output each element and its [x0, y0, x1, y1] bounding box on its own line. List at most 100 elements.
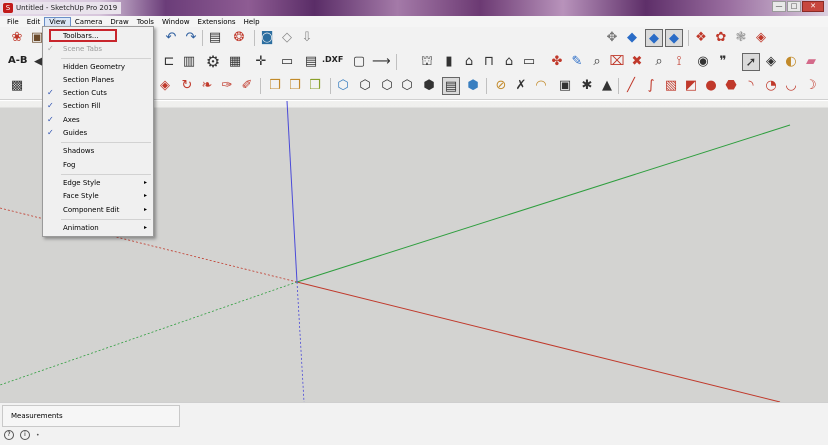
- rotated-rect-icon[interactable]: ◩: [682, 77, 700, 95]
- menu-shadows[interactable]: Shadows: [43, 145, 153, 157]
- arc-icon[interactable]: ◝: [742, 77, 760, 95]
- textured-icon[interactable]: ⬢: [420, 77, 438, 95]
- menu-edit[interactable]: Edit: [23, 17, 45, 27]
- rectangle-icon[interactable]: ▭: [278, 53, 296, 71]
- menu-guides[interactable]: ✓ Guides: [43, 127, 153, 139]
- dimension-icon[interactable]: ✗: [512, 77, 530, 95]
- close-x-icon[interactable]: ✖: [628, 53, 646, 71]
- menu-edge-style[interactable]: Edge Style ▸: [43, 177, 153, 189]
- follow-icon[interactable]: ↻: [178, 77, 196, 95]
- eye-icon[interactable]: ◉: [694, 53, 712, 71]
- menu-section-fill[interactable]: ✓ Section Fill: [43, 100, 153, 112]
- menu-tools[interactable]: Tools: [133, 17, 158, 27]
- zoom-extents-icon[interactable]: ⌧: [608, 53, 626, 71]
- settings-gear-icon[interactable]: ⚙: [204, 53, 222, 71]
- menu-axes[interactable]: ✓ Axes: [43, 114, 153, 126]
- menu-fog[interactable]: Fog: [43, 159, 153, 171]
- line-icon[interactable]: ╱: [622, 77, 640, 95]
- component-icon[interactable]: ❃: [732, 29, 750, 47]
- freehand-icon[interactable]: ∫: [642, 77, 660, 95]
- axes-icon[interactable]: ✱: [578, 77, 596, 95]
- front-view-icon[interactable]: ◆: [665, 29, 683, 47]
- move-icon[interactable]: ✛: [252, 53, 270, 71]
- style-icon[interactable]: ⬢: [464, 77, 482, 95]
- warehouse-icon[interactable]: ❖: [692, 29, 710, 47]
- menu-toolbars[interactable]: Toolbars...: [43, 30, 153, 42]
- frame-icon[interactable]: ▭: [520, 53, 538, 71]
- menu-camera[interactable]: Camera: [71, 17, 106, 27]
- iso-view-icon[interactable]: ◆: [623, 29, 641, 47]
- menu-window[interactable]: Window: [158, 17, 194, 27]
- 2-point-arc-icon[interactable]: ☽: [802, 77, 820, 95]
- rectangle-tool-icon[interactable]: ▧: [662, 77, 680, 95]
- cube-front-icon[interactable]: ❒: [306, 77, 324, 95]
- select-icon[interactable]: ➚: [742, 53, 760, 71]
- 3-point-arc-icon[interactable]: ◡: [782, 77, 800, 95]
- upload-icon[interactable]: ◙: [258, 29, 276, 47]
- dxf-label[interactable]: .DXF: [322, 55, 343, 64]
- model-info-icon[interactable]: ❂: [230, 29, 248, 47]
- menu-file[interactable]: File: [3, 17, 23, 27]
- info-icon[interactable]: i: [20, 430, 30, 440]
- zoom-icon[interactable]: ⌕: [588, 53, 606, 71]
- eraser-icon[interactable]: ▰: [802, 53, 820, 71]
- extension-icon[interactable]: ✿: [712, 29, 730, 47]
- building-icon[interactable]: ⛫: [418, 53, 436, 71]
- menu-extensions[interactable]: Extensions: [194, 17, 240, 27]
- rotate-icon[interactable]: ✤: [548, 53, 566, 71]
- ab-label[interactable]: A-B: [8, 55, 28, 66]
- columns-icon[interactable]: ▥: [180, 53, 198, 71]
- polygon-icon[interactable]: ⬣: [722, 77, 740, 95]
- close-button[interactable]: ✕: [802, 1, 824, 12]
- make-component-icon[interactable]: ◈: [762, 53, 780, 71]
- smoove-icon[interactable]: ✐: [238, 77, 256, 95]
- menu-view[interactable]: View: [44, 16, 71, 27]
- box-icon[interactable]: ▢: [350, 53, 368, 71]
- top-view-icon[interactable]: ◆: [645, 29, 663, 47]
- sandbox-icon[interactable]: ◈: [156, 77, 174, 95]
- drape-icon[interactable]: ✑: [218, 77, 236, 95]
- wireframe-icon[interactable]: ⬡: [356, 77, 374, 95]
- menu-face-style[interactable]: Face Style ▸: [43, 190, 153, 202]
- paint-icon[interactable]: ⟟: [670, 53, 688, 71]
- pencil-icon[interactable]: ✎: [568, 53, 586, 71]
- measurements-box[interactable]: Measurements: [2, 405, 180, 427]
- menu-hidden-geometry[interactable]: Hidden Geometry: [43, 61, 153, 73]
- ruby-icon[interactable]: ◈: [752, 29, 770, 47]
- move-axes-icon[interactable]: ✥: [603, 29, 621, 47]
- maximize-button[interactable]: □: [787, 1, 801, 12]
- search-icon[interactable]: ⌕: [650, 53, 668, 71]
- share-icon[interactable]: ◇: [278, 29, 296, 47]
- menu-animation[interactable]: Animation ▸: [43, 222, 153, 234]
- home-icon[interactable]: ⌂: [500, 53, 518, 71]
- redo-icon[interactable]: ↷: [182, 29, 200, 47]
- download-icon[interactable]: ⇩: [298, 29, 316, 47]
- house-icon[interactable]: ⌂: [460, 53, 478, 71]
- cube-top-icon[interactable]: ❒: [286, 77, 304, 95]
- menu-draw[interactable]: Draw: [106, 17, 132, 27]
- arrow-right-icon[interactable]: ⟶: [372, 53, 391, 71]
- spiral-icon[interactable]: ❧: [198, 77, 216, 95]
- component-browser-icon[interactable]: ▩: [8, 77, 26, 95]
- menu-section-cuts[interactable]: ✓ Section Cuts: [43, 87, 153, 99]
- paint-bucket-icon[interactable]: ◐: [782, 53, 800, 71]
- hidden-line-icon[interactable]: ⬡: [378, 77, 396, 95]
- text-icon[interactable]: ▣: [556, 77, 574, 95]
- circle-icon[interactable]: ●: [702, 77, 720, 95]
- help-icon[interactable]: ?: [4, 430, 14, 440]
- menu-help[interactable]: Help: [240, 17, 264, 27]
- menu-component-edit[interactable]: Component Edit ▸: [43, 204, 153, 216]
- minimize-button[interactable]: —: [772, 1, 786, 12]
- layout-icon[interactable]: ▤: [302, 53, 320, 71]
- xray-icon[interactable]: ⬡: [334, 77, 352, 95]
- cube-iso-icon[interactable]: ❒: [266, 77, 284, 95]
- monochrome-icon[interactable]: ▤: [442, 77, 460, 95]
- table-icon[interactable]: ▦: [226, 53, 244, 71]
- print-icon[interactable]: ▤: [206, 29, 224, 47]
- new-model-icon[interactable]: ❀: [8, 29, 26, 47]
- pie-icon[interactable]: ◔: [762, 77, 780, 95]
- undo-icon[interactable]: ↶: [162, 29, 180, 47]
- section-plane-icon[interactable]: ⊏: [160, 53, 178, 71]
- shaded-icon[interactable]: ⬡: [398, 77, 416, 95]
- footprints-icon[interactable]: ❞: [714, 53, 732, 71]
